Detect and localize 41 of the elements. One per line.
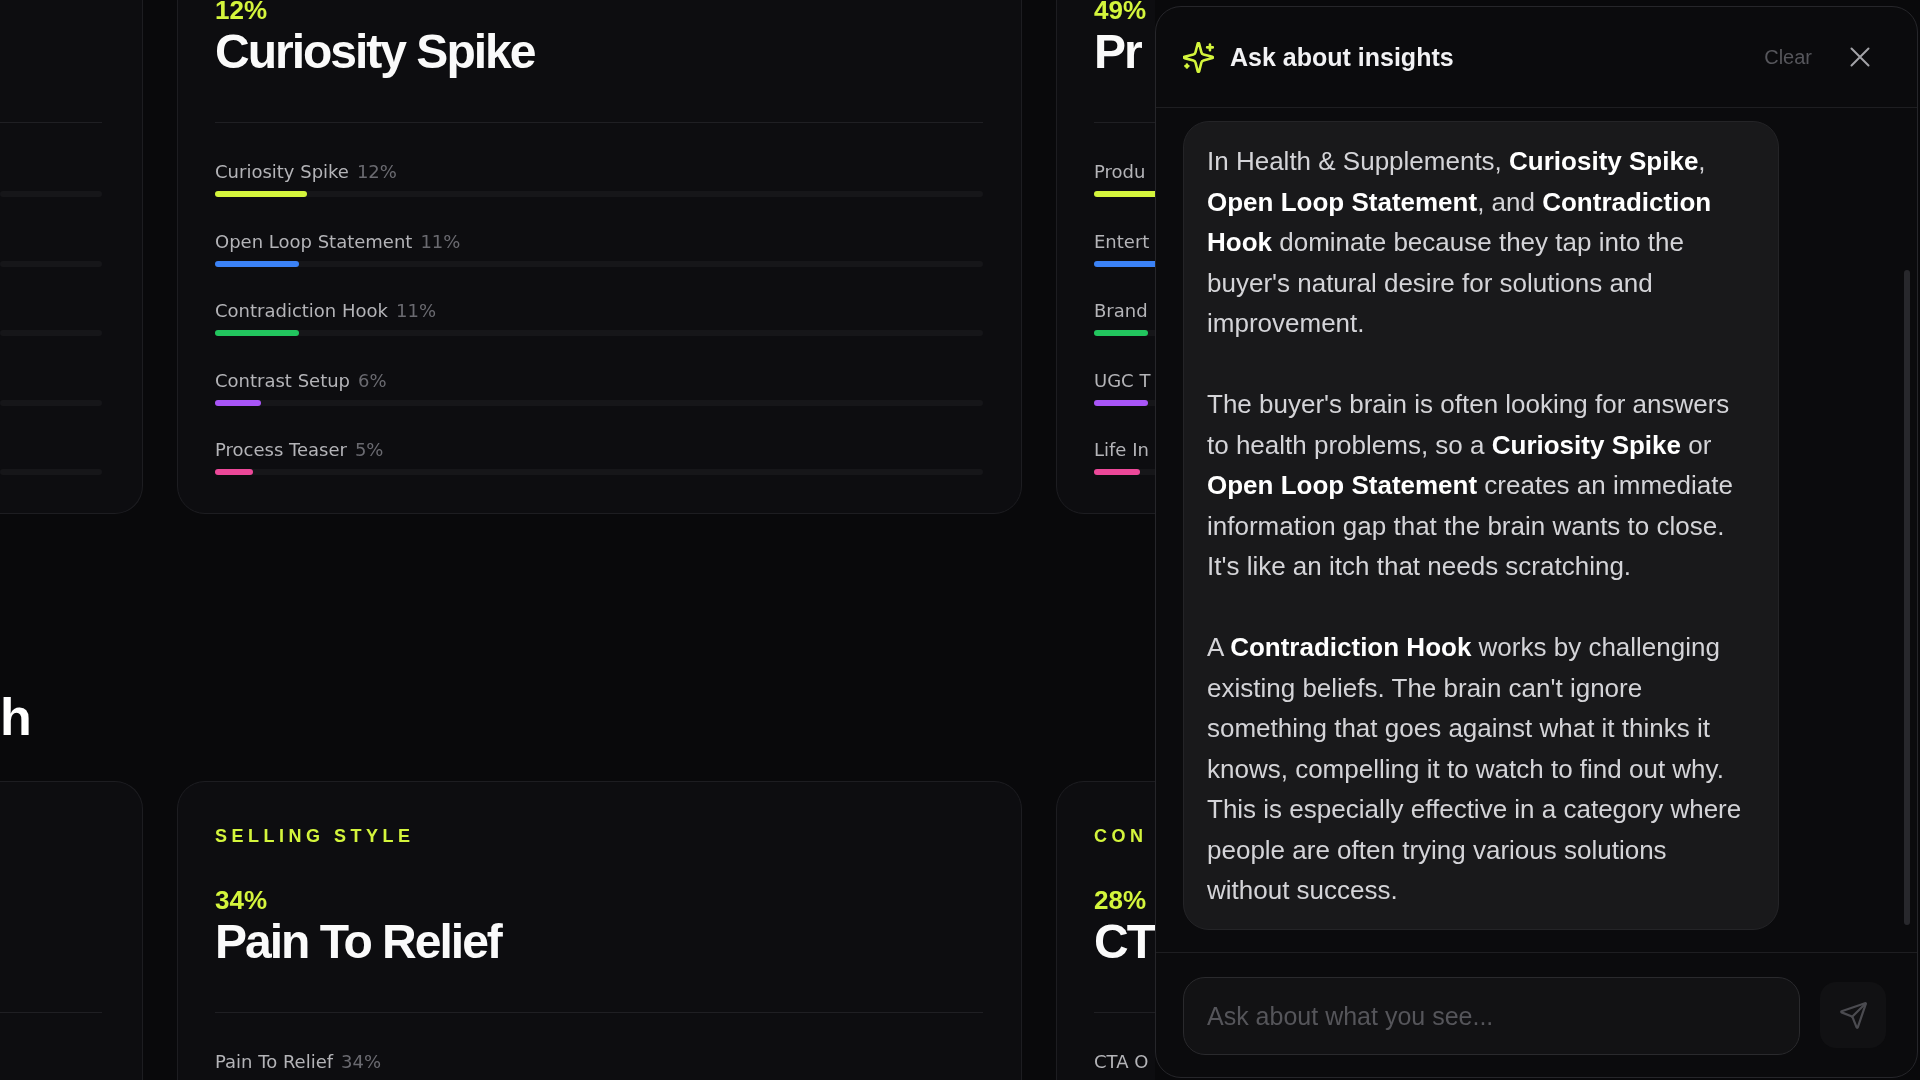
- row-label: UGC T: [1094, 368, 1151, 393]
- row-percent: 11%: [396, 299, 436, 323]
- close-button[interactable]: [1850, 47, 1870, 67]
- card-title: Pain To Relief: [215, 915, 501, 969]
- percent-text: 49%: [1094, 0, 1147, 25]
- scrollbar-thumb[interactable]: [1904, 270, 1910, 925]
- section-heading: h: [0, 687, 31, 747]
- row-label: Life In: [1094, 438, 1149, 462]
- sparkle-icon: [1183, 41, 1214, 73]
- row-percent: 12%: [356, 160, 397, 184]
- panel-title: Ask about insights: [1230, 42, 1454, 72]
- row-label: Entert: [1094, 229, 1150, 254]
- percent-text: 34%: [215, 885, 268, 915]
- row-label: Produ: [1094, 160, 1146, 184]
- row-percent: 11%: [420, 229, 461, 254]
- row-label: Pain To Relief: [215, 1050, 334, 1074]
- card-title: CT: [1094, 915, 1154, 969]
- percent-text: 28%: [1094, 885, 1147, 915]
- close-icon: [1850, 47, 1870, 67]
- row-label: Curiosity Spike: [215, 160, 349, 184]
- card-title: Pr: [1094, 25, 1141, 79]
- message-input[interactable]: Ask about what you see...: [1183, 977, 1800, 1055]
- percent-text: 12%: [215, 0, 268, 25]
- row-label: Brand: [1094, 299, 1148, 323]
- row-percent: 5%: [354, 438, 384, 462]
- clear-button[interactable]: Clear: [1764, 45, 1812, 69]
- send-icon: [1839, 1001, 1867, 1029]
- card-title: Curiosity Spike: [215, 25, 535, 79]
- category-label: CON: [1094, 826, 1148, 846]
- message-paragraph: A Contradiction Hook works by challenging existing beliefs. The brain can't ignore something that goes against what it thinks it knows, compelling it to watch to find out why. This is especially effective in a category where people are often trying various solutions without success.: [1207, 631, 1743, 907]
- row-label: Process Teaser: [215, 438, 347, 462]
- message-paragraph: In Health & Supplements, Curiosity Spike, Open Loop Statement, and Contradiction Hook dominate because they tap into the buyer's natural desire for solutions and improvement.: [1207, 145, 1713, 340]
- category-label: SELLING STYLE: [215, 826, 415, 846]
- row-label: CTA O: [1094, 1050, 1149, 1074]
- send-button[interactable]: [1820, 982, 1886, 1048]
- row-label: Open Loop Statement: [215, 229, 413, 254]
- message-paragraph: The buyer's brain is often looking for answers to health problems, so a Curiosity Spike or Open Loop Statement creates an immediate information gap that the brain wants to close. It's like an itch that needs scratching.: [1207, 388, 1734, 583]
- row-percent: 34%: [341, 1050, 382, 1074]
- row-label: Contradiction Hook: [215, 299, 388, 323]
- row-label: Contrast Setup: [215, 368, 351, 393]
- row-percent: 6%: [358, 368, 387, 393]
